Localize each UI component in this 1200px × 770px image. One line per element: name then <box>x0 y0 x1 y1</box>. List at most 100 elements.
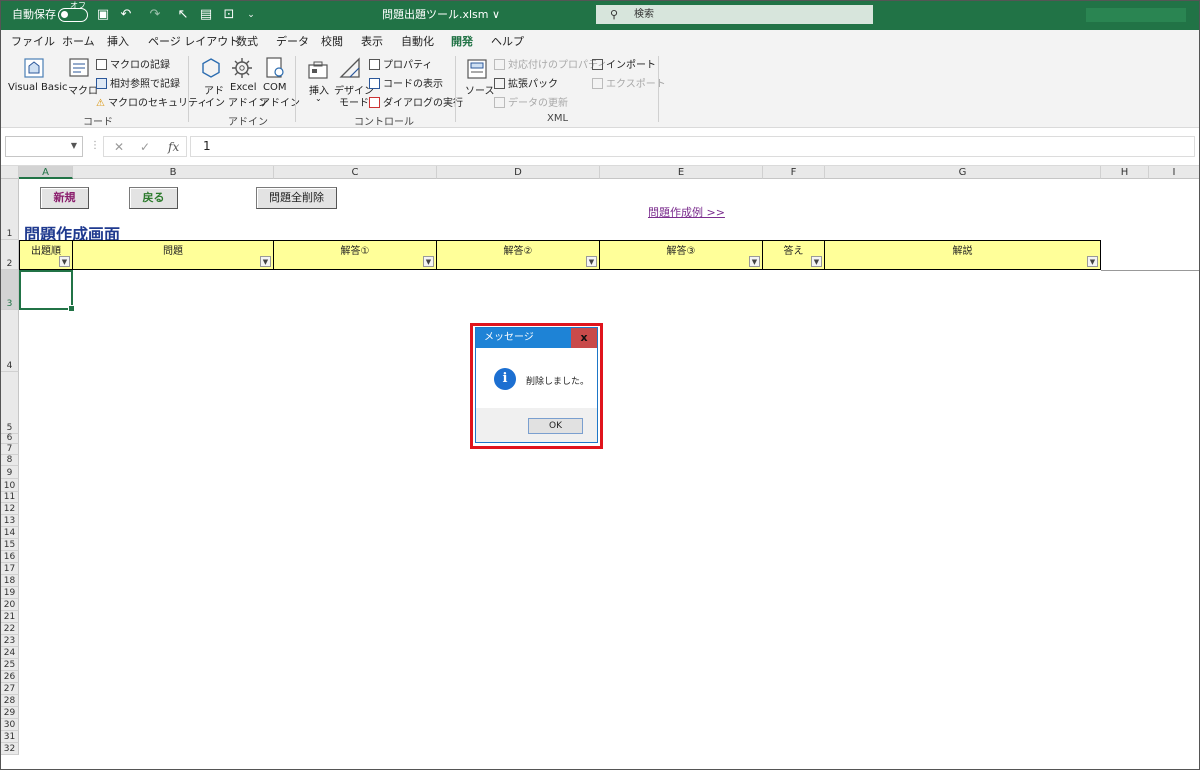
file-name[interactable]: 問題出題ツール.xlsm ∨ <box>382 0 500 30</box>
tab-home[interactable]: ホーム <box>62 33 95 49</box>
xml-source-button[interactable]: ソース <box>465 82 495 97</box>
row-header[interactable]: 25 <box>0 659 19 671</box>
back-button[interactable]: 戻る <box>129 187 178 209</box>
macro-button[interactable]: マクロ <box>68 82 98 97</box>
properties-button[interactable]: プロパティ <box>369 56 432 71</box>
row-header[interactable]: 13 <box>0 515 19 527</box>
row-header[interactable]: 9 <box>0 466 19 479</box>
selected-cell-a3[interactable] <box>19 270 75 312</box>
expansion-packs-button[interactable]: 拡張パック <box>494 75 558 90</box>
column-header-c[interactable]: C <box>274 166 437 179</box>
example-link[interactable]: 問題作成例 >> <box>648 204 725 220</box>
row-header[interactable]: 12 <box>0 503 19 515</box>
import-button[interactable]: インポート <box>592 56 656 71</box>
row-header[interactable]: 23 <box>0 635 19 647</box>
row-header[interactable]: 7 <box>0 444 19 455</box>
column-header-d[interactable]: D <box>437 166 600 179</box>
tab-help[interactable]: ヘルプ <box>491 33 524 49</box>
tab-insert[interactable]: 挿入 <box>107 33 129 49</box>
document-icon[interactable]: ▤ <box>199 8 213 22</box>
filter-dropdown-icon[interactable]: ▼ <box>811 256 822 267</box>
save-icon[interactable]: ▣ <box>96 8 110 22</box>
ok-button[interactable]: OK <box>528 418 583 434</box>
row-header[interactable]: 18 <box>0 575 19 587</box>
tab-developer[interactable]: 開発 <box>449 33 475 54</box>
tab-formulas[interactable]: 数式 <box>236 33 258 49</box>
filter-dropdown-icon[interactable]: ▼ <box>586 256 597 267</box>
row-header[interactable]: 21 <box>0 611 19 623</box>
row-header[interactable]: 4 <box>0 310 19 372</box>
account-area[interactable] <box>1086 8 1186 22</box>
addin-label-2[interactable]: イン <box>205 94 225 109</box>
com-addin-label-1[interactable]: COM <box>263 82 286 93</box>
row-header[interactable]: 14 <box>0 527 19 539</box>
row-header[interactable]: 17 <box>0 563 19 575</box>
text-frame-icon[interactable]: ⊡ <box>222 8 236 22</box>
tab-file[interactable]: ファイル <box>11 33 55 49</box>
row-header[interactable]: 19 <box>0 587 19 599</box>
column-header-g[interactable]: G <box>825 166 1101 179</box>
row-header[interactable]: 27 <box>0 683 19 695</box>
name-box[interactable]: ▼ <box>5 136 83 157</box>
tab-page-layout[interactable]: ページ レイアウト <box>148 33 239 49</box>
row-header[interactable]: 2 <box>0 240 19 270</box>
row-header[interactable]: 31 <box>0 731 19 743</box>
customize-qat-icon[interactable]: ⌄ <box>244 8 258 22</box>
formula-input[interactable]: 1 <box>190 136 1195 157</box>
row-header[interactable]: 16 <box>0 551 19 563</box>
enter-icon[interactable]: ✓ <box>140 140 150 154</box>
splitter-dots-icon[interactable]: ⋮ <box>90 140 100 151</box>
redo-icon[interactable]: ↷ <box>148 8 162 22</box>
undo-icon[interactable]: ↶ <box>119 8 133 22</box>
filter-dropdown-icon[interactable]: ▼ <box>59 256 70 267</box>
tab-automate[interactable]: 自動化 <box>401 33 434 49</box>
refresh-data-button[interactable]: データの更新 <box>494 94 568 109</box>
autosave-toggle[interactable]: オフ <box>58 1 88 22</box>
tab-review[interactable]: 校閲 <box>321 33 343 49</box>
chevron-down-icon[interactable]: ▼ <box>71 141 77 150</box>
row-header[interactable]: 29 <box>0 707 19 719</box>
column-header-i[interactable]: I <box>1149 166 1200 179</box>
column-header-a[interactable]: A <box>19 166 73 179</box>
macro-security-button[interactable]: ⚠ マクロのセキュリティ <box>96 94 207 109</box>
delete-all-questions-button[interactable]: 問題全削除 <box>256 187 337 209</box>
view-code-button[interactable]: コードの表示 <box>369 75 443 90</box>
export-button[interactable]: エクスポート <box>592 75 666 90</box>
insert-function-icon[interactable]: fx <box>168 140 179 154</box>
search-box[interactable]: ⚲ 検索 <box>596 5 873 24</box>
tab-data[interactable]: データ <box>276 33 309 49</box>
select-objects-icon[interactable]: ↖ <box>176 8 190 22</box>
column-header-e[interactable]: E <box>600 166 763 179</box>
run-dialog-button[interactable]: ダイアログの実行 <box>369 94 463 109</box>
relative-reference-button[interactable]: 相対参照で記録 <box>96 75 180 90</box>
com-addin-label-2[interactable]: アドイン <box>260 94 300 109</box>
row-header[interactable]: 26 <box>0 671 19 683</box>
dialog-close-button[interactable]: x <box>571 328 597 348</box>
filter-dropdown-icon[interactable]: ▼ <box>1087 256 1098 267</box>
column-header-f[interactable]: F <box>763 166 825 179</box>
select-all-corner[interactable] <box>0 166 19 179</box>
filter-dropdown-icon[interactable]: ▼ <box>749 256 760 267</box>
row-header[interactable]: 20 <box>0 599 19 611</box>
row-header[interactable]: 11 <box>0 492 19 503</box>
cancel-icon[interactable]: ✕ <box>114 140 124 154</box>
column-header-h[interactable]: H <box>1101 166 1149 179</box>
map-properties-button[interactable]: 対応付けのプロパティ <box>494 56 607 71</box>
new-button[interactable]: 新規 <box>40 187 89 209</box>
row-header[interactable]: 1 <box>0 179 19 240</box>
row-header[interactable]: 32 <box>0 743 19 755</box>
row-header[interactable]: 30 <box>0 719 19 731</box>
design-mode-label-2[interactable]: モード <box>339 94 369 109</box>
row-header[interactable]: 28 <box>0 695 19 707</box>
row-header[interactable]: 10 <box>0 479 19 492</box>
insert-dropdown-icon[interactable]: ⌄ <box>315 94 322 103</box>
filter-dropdown-icon[interactable]: ▼ <box>260 256 271 267</box>
row-header[interactable]: 5 <box>0 372 19 434</box>
excel-addin-label-1[interactable]: Excel <box>230 82 257 93</box>
row-header[interactable]: 15 <box>0 539 19 551</box>
row-header[interactable]: 3 <box>0 270 19 310</box>
filter-dropdown-icon[interactable]: ▼ <box>423 256 434 267</box>
row-header[interactable]: 22 <box>0 623 19 635</box>
record-macro-button[interactable]: マクロの記録 <box>96 56 170 71</box>
tab-view[interactable]: 表示 <box>361 33 383 49</box>
